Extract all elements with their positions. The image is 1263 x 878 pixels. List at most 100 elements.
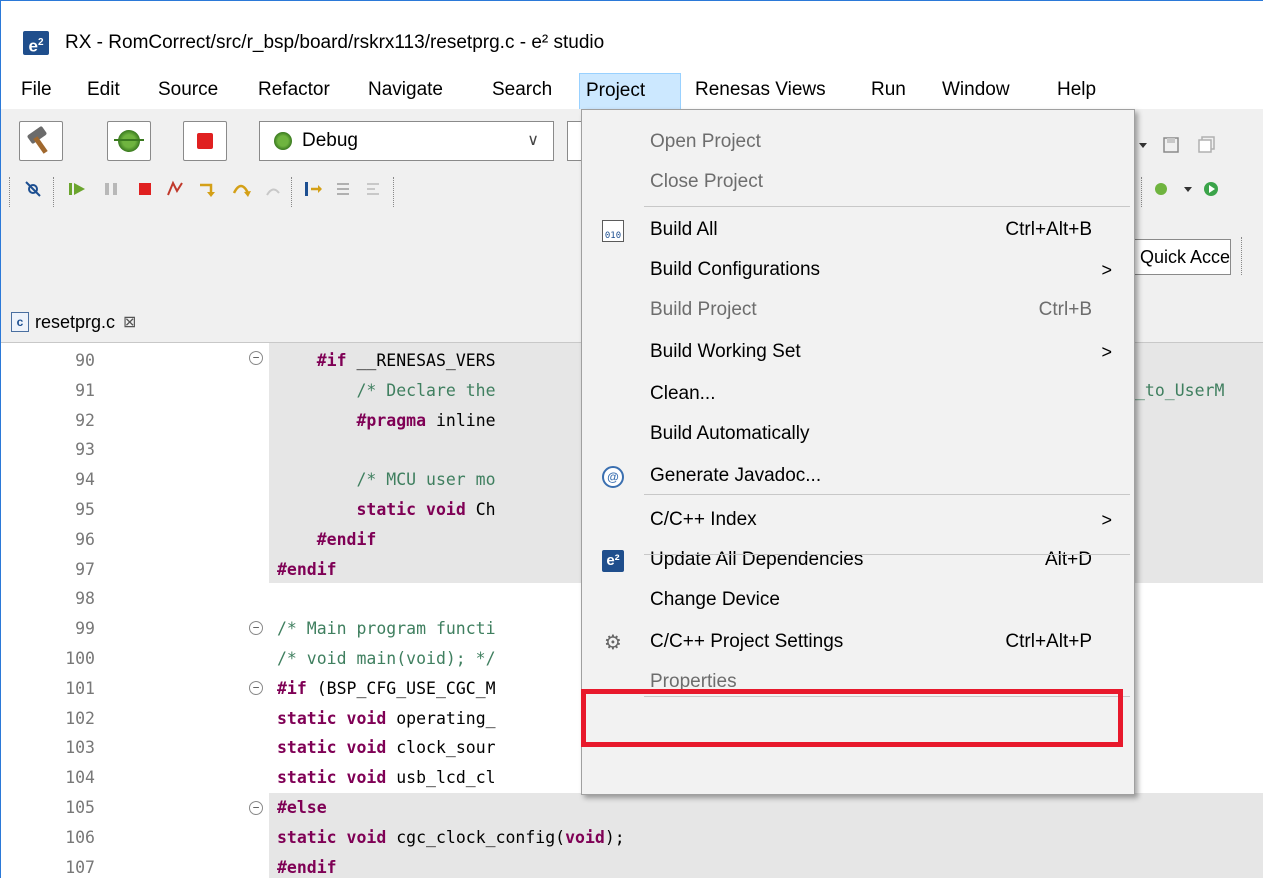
launch-config-select[interactable]: Debug ∨ <box>259 121 554 161</box>
line-number: 101 <box>65 678 95 698</box>
fold-toggle-icon[interactable]: − <box>249 621 263 635</box>
line-number: 106 <box>65 827 95 847</box>
menu-item-shortcut: Ctrl+Alt+P <box>1005 631 1092 652</box>
fold-toggle-icon[interactable]: − <box>249 801 263 815</box>
code-line: #pragma inline <box>356 410 496 430</box>
run-launch-icon[interactable] <box>1201 179 1221 199</box>
toolbar-separator <box>393 177 394 207</box>
menu-item-build-configurations[interactable]: Build Configurations > <box>582 250 1134 290</box>
instruction-stepping-icon[interactable] <box>303 179 323 199</box>
menu-item-clean[interactable]: Clean... <box>582 374 1134 414</box>
quick-access-placeholder: Quick Access <box>1140 247 1231 267</box>
disconnect-icon[interactable] <box>165 179 185 199</box>
code-line: #endif <box>277 857 337 877</box>
e2-studio-logo-icon: e2 <box>23 31 49 56</box>
menu-item-update-all-dependencies[interactable]: e² Update All Dependencies Alt+D <box>582 540 1134 580</box>
menu-item-label: Change Device <box>650 589 780 610</box>
step-over-icon[interactable] <box>231 179 251 199</box>
bug-icon <box>114 130 144 152</box>
menu-item-c-c-project-settings[interactable]: ⚙ C/C++ Project Settings Ctrl+Alt+P <box>582 622 1134 662</box>
menu-item-change-device[interactable]: Change Device <box>582 580 1134 620</box>
menu-item-build-automatically[interactable]: Build Automatically <box>582 414 1134 454</box>
menu-item-build-all[interactable]: 010 Build All Ctrl+Alt+B <box>582 210 1134 250</box>
skip-breakpoints-icon[interactable] <box>23 179 43 199</box>
code-line: static void clock_sour <box>277 738 496 758</box>
menu-item-label: C/C++ Project Settings <box>650 631 844 652</box>
build-button[interactable] <box>19 121 63 161</box>
line-number: 96 <box>75 529 95 549</box>
code-line: static void operating_ <box>277 708 496 728</box>
menu-item-label: Build Configurations <box>650 259 821 280</box>
toolbar-separator <box>1141 177 1142 207</box>
fold-toggle-icon[interactable]: − <box>249 351 263 365</box>
save-all-icon[interactable] <box>1197 135 1217 155</box>
menu-run[interactable]: Run <box>865 73 912 109</box>
menu-file[interactable]: File <box>15 73 58 109</box>
menu-renesas-views[interactable]: Renesas Views <box>689 73 832 109</box>
code-line: #if __RENESAS_VERS <box>316 351 496 370</box>
menu-item-label: Update All Dependencies <box>650 549 864 570</box>
code-line: static void cgc_clock_config(void); <box>277 827 625 847</box>
menu-item-build-working-set[interactable]: Build Working Set > <box>582 332 1134 372</box>
chevron-down-icon[interactable] <box>1183 179 1193 199</box>
use-step-filters-icon[interactable] <box>335 179 355 199</box>
menu-item-build-project[interactable]: Build Project Ctrl+B <box>582 290 1134 330</box>
menu-source[interactable]: Source <box>152 73 224 109</box>
menu-separator <box>644 206 1130 207</box>
build-all-icon: 010 <box>602 220 624 242</box>
code-line: #endif <box>316 529 377 549</box>
menu-refactor[interactable]: Refactor <box>252 73 336 109</box>
quick-access-field[interactable]: Quick Access <box>1131 239 1231 275</box>
launch-config-value: Debug <box>302 130 358 151</box>
menu-item-label: Clean... <box>650 383 716 404</box>
settings-icon: ⚙ <box>604 632 622 654</box>
suspend-icon[interactable] <box>101 179 121 199</box>
toolbar-separator <box>9 177 10 207</box>
debug-launch-icon[interactable] <box>1151 179 1171 199</box>
menu-window[interactable]: Window <box>936 73 1016 109</box>
menu-navigate[interactable]: Navigate <box>362 73 449 109</box>
code-line: static void Ch <box>356 500 496 519</box>
resume-icon[interactable] <box>67 179 87 199</box>
line-number: 102 <box>65 708 95 728</box>
line-number: 107 <box>65 857 95 877</box>
debug-button[interactable] <box>107 121 151 161</box>
line-number: 104 <box>65 768 95 788</box>
menu-edit[interactable]: Edit <box>81 73 126 109</box>
menu-item-label: C/C++ Index <box>650 509 757 530</box>
line-number: 93 <box>75 440 95 460</box>
code-line: /* void main(void); */ <box>277 649 496 668</box>
code-line: /* Declare the <box>277 380 496 400</box>
menu-project[interactable]: Project <box>579 73 681 109</box>
menu-item-c-c-index[interactable]: C/C++ Index > <box>582 500 1134 540</box>
menu-search[interactable]: Search <box>486 73 558 109</box>
code-line: static void usb_lcd_cl <box>277 768 496 788</box>
line-number: 98 <box>75 589 95 609</box>
save-icon[interactable] <box>1161 135 1181 155</box>
menu-item-label: Build Working Set <box>650 341 801 362</box>
window-title: RX - RomCorrect/src/r_bsp/board/rskrx113… <box>65 32 605 53</box>
menu-item-shortcut: Ctrl+Alt+B <box>1005 219 1092 240</box>
stop-button[interactable] <box>183 121 227 161</box>
menu-item-label: Close Project <box>650 171 763 192</box>
code-line: #else <box>277 798 327 817</box>
drop-to-frame-icon[interactable] <box>365 179 385 199</box>
menu-help[interactable]: Help <box>1051 73 1102 109</box>
step-into-icon[interactable] <box>197 179 217 199</box>
c-file-icon: c <box>11 312 29 332</box>
terminate-icon[interactable] <box>135 179 155 199</box>
tab-resetprg-c[interactable]: c resetprg.c ⊠ <box>11 305 136 339</box>
menu-item-label: Build Project <box>650 299 757 320</box>
menu-item-generate-javadoc[interactable]: @ Generate Javadoc... <box>582 456 1134 496</box>
menu-item-shortcut: Ctrl+B <box>1038 299 1092 320</box>
close-icon[interactable]: ⊠ <box>123 312 136 332</box>
toolbar-separator <box>53 177 54 207</box>
menu-item-close-project[interactable]: Close Project <box>582 162 1134 202</box>
menu-item-open-project[interactable]: Open Project <box>582 122 1134 162</box>
chevron-down-icon[interactable] <box>1138 135 1148 155</box>
step-return-icon[interactable] <box>263 179 283 199</box>
line-number: 97 <box>75 559 95 579</box>
fold-toggle-icon[interactable]: − <box>249 681 263 695</box>
line-number: 100 <box>65 649 95 668</box>
toolbar-separator <box>1241 237 1242 275</box>
